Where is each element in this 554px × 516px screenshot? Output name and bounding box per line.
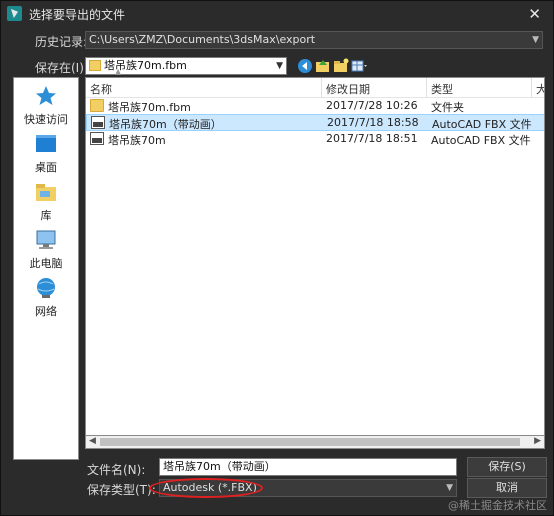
save-button[interactable]: 保存(S) xyxy=(467,457,547,477)
cancel-button[interactable]: 取消 xyxy=(467,478,547,498)
file-row[interactable]: 塔吊族70m 2017/7/18 18:51 AutoCAD FBX 文件 xyxy=(86,131,544,148)
column-divider[interactable] xyxy=(426,78,427,98)
place-label: 桌面 xyxy=(35,161,57,174)
filename-label: 文件名(N): xyxy=(87,463,146,477)
place-label: 库 xyxy=(40,209,52,222)
save-in-label: 保存在(I): xyxy=(35,61,88,75)
view-menu-icon[interactable] xyxy=(351,58,367,74)
file-list-header: 名称 修改日期 类型 大 xyxy=(86,78,544,98)
chevron-down-icon: ▼ xyxy=(276,61,283,71)
filename-input[interactable]: 塔吊族70m（带动画） xyxy=(159,458,457,476)
file-date: 2017/7/28 10:26 xyxy=(326,99,418,112)
column-divider[interactable] xyxy=(531,78,532,98)
place-this-pc[interactable]: 此电脑 xyxy=(14,228,78,271)
history-dropdown[interactable]: C:\Users\ZMZ\Documents\3dsMax\export ▼ xyxy=(85,31,543,49)
file-name: 塔吊族70m（带动画） xyxy=(109,118,222,131)
file-name: 塔吊族70m xyxy=(108,134,166,147)
scroll-left-icon[interactable]: ◀ xyxy=(89,436,96,446)
network-icon xyxy=(37,278,55,298)
up-folder-icon[interactable] xyxy=(315,58,331,74)
back-icon[interactable] xyxy=(297,58,313,74)
place-library[interactable]: 库 xyxy=(14,180,78,223)
star-icon xyxy=(36,86,56,105)
file-date: 2017/7/18 18:51 xyxy=(326,132,418,145)
file-row-selected[interactable]: 塔吊族70m（带动画） 2017/7/18 18:58 AutoCAD FBX … xyxy=(86,114,544,131)
place-network[interactable]: 网络 xyxy=(14,276,78,319)
file-list: 名称 修改日期 类型 大 塔吊族70m.fbm 2017/7/28 10:26 … xyxy=(85,77,545,449)
dialog-title: 选择要导出的文件 xyxy=(29,8,126,22)
fbx-file-icon xyxy=(90,132,104,145)
folder-icon xyxy=(89,60,101,71)
column-header-date[interactable]: 修改日期 xyxy=(326,81,370,97)
column-header-size[interactable]: 大 xyxy=(536,81,544,97)
places-bar: 快速访问 桌面 库 此电脑 网络 xyxy=(13,77,79,460)
desktop-icon xyxy=(36,135,56,152)
horizontal-scrollbar[interactable]: ◀ ▶ xyxy=(85,435,545,449)
scroll-right-icon[interactable]: ▶ xyxy=(534,436,541,446)
filetype-dropdown[interactable]: Autodesk (*.FBX) ▼ xyxy=(159,479,457,497)
chevron-down-icon: ▼ xyxy=(532,35,539,45)
filetype-value: Autodesk (*.FBX) xyxy=(163,481,257,494)
column-divider[interactable] xyxy=(321,78,322,98)
place-label: 快速访问 xyxy=(24,113,68,126)
file-type: AutoCAD FBX 文件 xyxy=(432,118,532,131)
file-date: 2017/7/18 18:58 xyxy=(327,116,419,129)
fbx-file-icon xyxy=(91,116,105,129)
place-label: 网络 xyxy=(35,305,57,318)
sort-up-icon: ▲ xyxy=(115,67,122,76)
file-type: AutoCAD FBX 文件 xyxy=(431,134,531,147)
app-icon xyxy=(7,6,22,21)
place-label: 此电脑 xyxy=(29,257,63,270)
filename-value: 塔吊族70m（带动画） xyxy=(163,460,276,473)
title-bar: 选择要导出的文件 ✕ xyxy=(1,1,553,27)
column-header-name[interactable]: 名称 xyxy=(90,81,112,97)
place-desktop[interactable]: 桌面 xyxy=(14,132,78,175)
history-label: 历史记录: xyxy=(35,35,88,49)
place-quick-access[interactable]: 快速访问 xyxy=(14,84,78,127)
export-file-dialog: 选择要导出的文件 ✕ 历史记录: C:\Users\ZMZ\Documents\… xyxy=(0,0,554,516)
file-name: 塔吊族70m.fbm xyxy=(108,101,191,114)
column-header-type[interactable]: 类型 xyxy=(431,81,453,97)
new-folder-icon[interactable] xyxy=(333,58,349,74)
history-value: C:\Users\ZMZ\Documents\3dsMax\export xyxy=(89,33,316,46)
computer-icon xyxy=(36,230,56,249)
chevron-down-icon: ▼ xyxy=(446,483,453,493)
library-icon xyxy=(36,184,56,201)
scrollbar-thumb[interactable] xyxy=(100,438,520,446)
close-button[interactable]: ✕ xyxy=(528,5,541,23)
file-row[interactable]: 塔吊族70m.fbm 2017/7/28 10:26 文件夹 xyxy=(86,98,544,115)
folder-icon xyxy=(90,99,104,112)
file-type: 文件夹 xyxy=(431,101,464,114)
filetype-label: 保存类型(T): xyxy=(87,483,156,497)
watermark: @稀土掘金技术社区 xyxy=(448,499,547,512)
